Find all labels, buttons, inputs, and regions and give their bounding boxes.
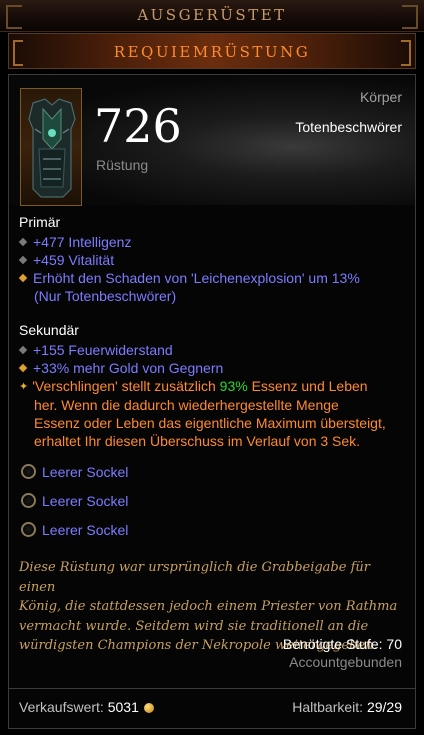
header-ornament-right bbox=[402, 5, 418, 29]
required-level: Benötigte Stufe: 70 bbox=[282, 636, 402, 652]
primary-stat: +459 Vitalität bbox=[18, 251, 114, 269]
stat-bullet-icon bbox=[18, 346, 28, 355]
stat-bullet-icon bbox=[18, 256, 28, 265]
empty-socket-icon bbox=[21, 493, 36, 508]
equipped-title: AUSGERÜSTET bbox=[137, 6, 287, 24]
armor-label: Rüstung bbox=[96, 157, 149, 173]
stat-bullet-icon bbox=[18, 238, 28, 247]
sell-value-row: Verkaufswert: 5031 bbox=[19, 699, 154, 715]
durability-row: Haltbarkeit: 29/29 bbox=[292, 699, 402, 715]
stat-bullet-icon bbox=[18, 364, 28, 373]
sell-value: 5031 bbox=[107, 699, 139, 715]
equipped-header: AUSGERÜSTET bbox=[0, 0, 424, 32]
empty-socket-icon bbox=[21, 464, 36, 479]
empty-socket-icon bbox=[21, 522, 36, 537]
socket-slot[interactable]: Leerer Sockel bbox=[21, 464, 128, 480]
legendary-affix: ✦ 'Verschlingen' stellt zusätzlich 93% Es… bbox=[19, 378, 386, 450]
socket-slot[interactable]: Leerer Sockel bbox=[21, 522, 128, 538]
durability-value: 29/29 bbox=[366, 699, 402, 715]
footer-divider bbox=[9, 688, 415, 689]
item-class: Totenbeschwörer bbox=[295, 119, 402, 135]
item-icon-frame bbox=[20, 88, 82, 206]
secondary-stat: +155 Feuerwiderstand bbox=[18, 341, 173, 359]
primary-stat: +477 Intelligenz bbox=[18, 233, 131, 251]
primary-stat: Erhöht den Schaden von 'Leichenexplosion… bbox=[18, 269, 360, 305]
legendary-star-icon: ✦ bbox=[19, 381, 29, 394]
chest-armor-icon bbox=[28, 98, 76, 198]
account-bound-label: Accountgebunden bbox=[289, 654, 402, 670]
legendary-bullet-icon bbox=[18, 274, 28, 283]
item-slot: Körper bbox=[359, 89, 402, 105]
secondary-title: Sekundär bbox=[19, 322, 79, 338]
armor-value: 726 bbox=[94, 99, 182, 153]
socket-slot[interactable]: Leerer Sockel bbox=[21, 493, 128, 509]
gold-coin-icon bbox=[143, 703, 154, 713]
item-name: REQUIEMRÜSTUNG bbox=[113, 43, 311, 61]
secondary-stat: +33% mehr Gold von Gegnern bbox=[18, 359, 223, 377]
primary-title: Primär bbox=[19, 214, 61, 230]
item-name-bar: REQUIEMRÜSTUNG bbox=[8, 33, 416, 69]
